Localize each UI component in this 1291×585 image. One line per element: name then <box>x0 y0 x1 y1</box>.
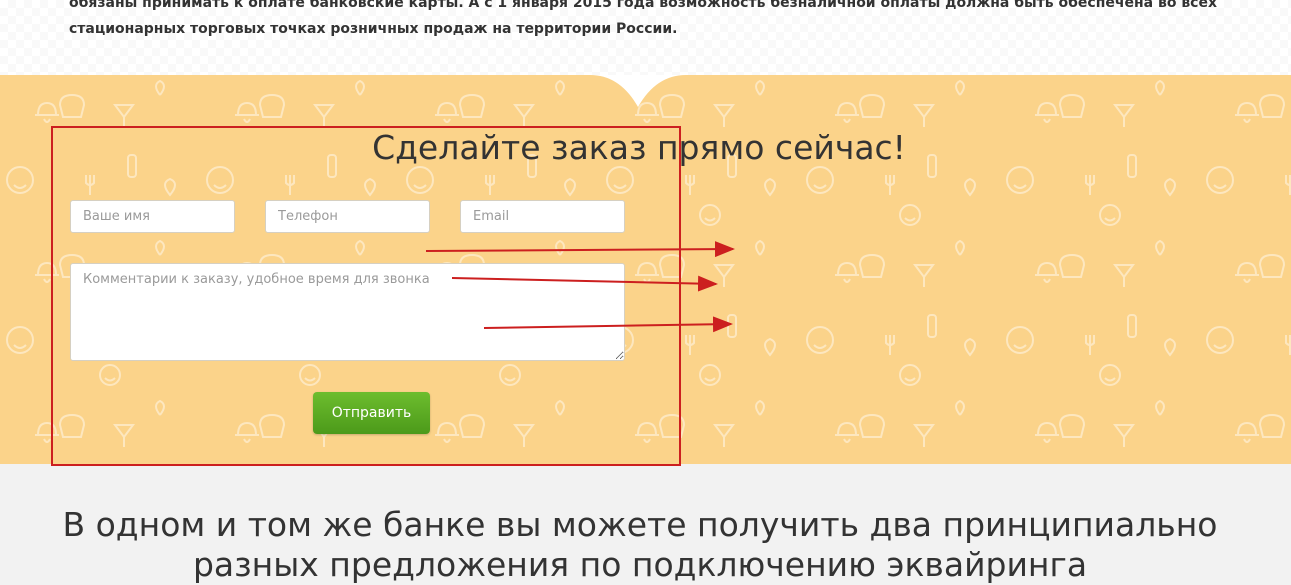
order-title: Сделайте заказ прямо сейчас! <box>372 128 906 167</box>
name-input[interactable] <box>70 200 235 233</box>
email-input[interactable] <box>460 200 625 233</box>
comment-textarea[interactable] <box>70 263 625 361</box>
phone-input[interactable] <box>265 200 430 233</box>
submit-button[interactable]: Отправить <box>313 392 430 434</box>
bottom-heading: В одном и том же банке вы можете получит… <box>62 505 1218 584</box>
intro-text: обязаны принимать к оплате банковские ка… <box>69 0 1218 37</box>
